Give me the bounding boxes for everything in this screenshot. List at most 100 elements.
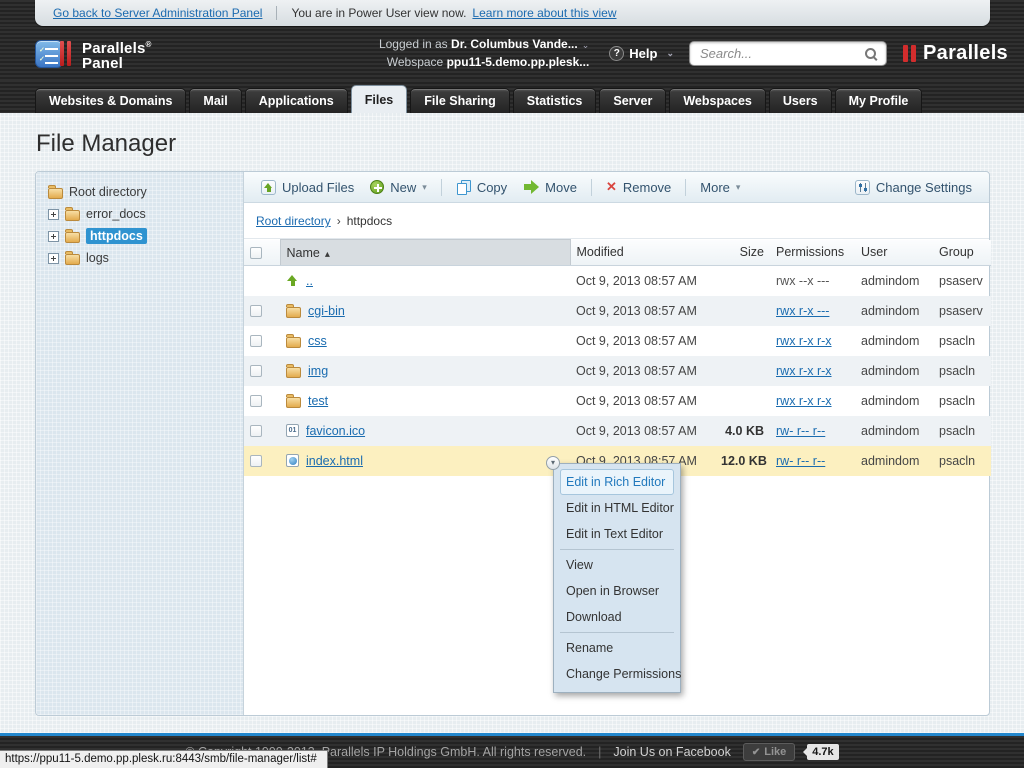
expand-plus-icon[interactable] bbox=[48, 231, 59, 242]
status-bar-url: https://ppu11-5.demo.pp.plesk.ru:8443/sm… bbox=[0, 750, 328, 768]
group-cell: psacln bbox=[933, 416, 991, 446]
tab-file-sharing[interactable]: File Sharing bbox=[410, 88, 510, 113]
tab-users[interactable]: Users bbox=[769, 88, 832, 113]
file-name-link[interactable]: cgi-bin bbox=[308, 304, 345, 318]
tab-files[interactable]: Files bbox=[351, 85, 408, 113]
menu-item-view[interactable]: View bbox=[560, 552, 674, 578]
tree-item-error-docs[interactable]: error_docs bbox=[48, 203, 235, 225]
more-button[interactable]: More ▾ bbox=[693, 176, 747, 199]
column-header-group[interactable]: Group bbox=[933, 240, 991, 266]
remove-button[interactable]: Remove bbox=[599, 175, 678, 199]
size-cell: 12.0 KB bbox=[715, 446, 770, 476]
column-header-name[interactable]: Name bbox=[280, 240, 570, 266]
tree-item-root-directory[interactable]: Root directory bbox=[48, 181, 235, 203]
file-name-link[interactable]: .. bbox=[306, 274, 313, 288]
change-settings-button[interactable]: Change Settings bbox=[848, 176, 979, 199]
table-row-img: imgOct 9, 2013 08:57 AMrwx r-x r-xadmind… bbox=[244, 356, 991, 386]
menu-item-open-in-browser[interactable]: Open in Browser bbox=[560, 578, 674, 604]
breadcrumb-root-link[interactable]: Root directory bbox=[256, 214, 331, 228]
menu-item-edit-in-text-editor[interactable]: Edit in Text Editor bbox=[560, 521, 674, 547]
tab-websites-domains[interactable]: Websites & Domains bbox=[35, 88, 186, 113]
tab-applications[interactable]: Applications bbox=[245, 88, 348, 113]
permissions-cell: rw- r-- r-- bbox=[770, 416, 855, 446]
permissions-link[interactable]: rw- r-- r-- bbox=[776, 454, 825, 468]
learn-more-link[interactable]: Learn more about this view bbox=[472, 6, 616, 20]
row-actions-toggle[interactable] bbox=[546, 456, 560, 470]
row-checkbox[interactable] bbox=[250, 365, 262, 377]
row-checkbox[interactable] bbox=[250, 305, 262, 317]
move-arrow-icon bbox=[523, 180, 539, 194]
logged-in-user[interactable]: Logged in as Dr. Columbus Vande...⌄ bbox=[379, 36, 589, 54]
file-name-link[interactable]: favicon.ico bbox=[306, 424, 365, 438]
group-cell: psacln bbox=[933, 326, 991, 356]
permissions-cell: rwx r-x r-x bbox=[770, 326, 855, 356]
app-header: Parallels® Panel Logged in as Dr. Columb… bbox=[0, 27, 1024, 80]
permissions-link[interactable]: rwx r-x r-x bbox=[776, 334, 832, 348]
context-menu: Edit in Rich EditorEdit in HTML EditorEd… bbox=[553, 463, 681, 693]
breadcrumb-current: httpdocs bbox=[347, 214, 392, 228]
tree-item-label: logs bbox=[86, 251, 109, 265]
select-all-checkbox[interactable] bbox=[250, 247, 262, 259]
modified-cell: Oct 9, 2013 08:57 AM bbox=[570, 296, 715, 326]
tab-server[interactable]: Server bbox=[599, 88, 666, 113]
page-content: File Manager Root directory error_docsht… bbox=[0, 113, 1024, 733]
image-file-icon bbox=[286, 424, 299, 437]
table-row-cgi-bin: cgi-bin Oct 9, 2013 08:57 AM rwx r-x --- ad… bbox=[244, 296, 991, 326]
row-checkbox[interactable] bbox=[250, 335, 262, 347]
search-input[interactable] bbox=[698, 45, 864, 62]
directory-tree: Root directory error_docs httpdocs logs bbox=[36, 172, 244, 715]
parallels-panel-logo[interactable]: Parallels® Panel bbox=[35, 37, 152, 71]
facebook-like-button[interactable]: ✔ Like bbox=[743, 743, 795, 761]
new-button[interactable]: New ▾ bbox=[363, 176, 434, 199]
move-button[interactable]: Move bbox=[516, 176, 584, 199]
expand-plus-icon[interactable] bbox=[48, 253, 59, 264]
folder-icon bbox=[286, 307, 301, 318]
user-cell: admindom bbox=[855, 266, 933, 296]
permissions-link[interactable]: rwx r-x r-x bbox=[776, 364, 832, 378]
facebook-link[interactable]: Join Us on Facebook bbox=[613, 745, 730, 759]
breadcrumb-separator: › bbox=[337, 214, 341, 228]
column-header-user[interactable]: User bbox=[855, 240, 933, 266]
row-checkbox[interactable] bbox=[250, 455, 262, 467]
user-cell: admindom bbox=[855, 386, 933, 416]
tree-item-label: httpdocs bbox=[86, 228, 147, 244]
permissions-link[interactable]: rwx r-x r-x bbox=[776, 394, 832, 408]
size-cell bbox=[715, 326, 770, 356]
file-name-link[interactable]: test bbox=[308, 394, 328, 408]
menu-item-edit-in-html-editor[interactable]: Edit in HTML Editor bbox=[560, 495, 674, 521]
tab-my-profile[interactable]: My Profile bbox=[835, 88, 923, 113]
parallels-bars-icon bbox=[903, 45, 916, 62]
file-name-link[interactable]: index.html bbox=[306, 454, 363, 468]
tab-mail[interactable]: Mail bbox=[189, 88, 241, 113]
copy-button[interactable]: Copy bbox=[449, 176, 514, 199]
search-icon[interactable] bbox=[864, 47, 878, 61]
menu-item-change-permissions[interactable]: Change Permissions bbox=[560, 661, 674, 687]
back-to-admin-panel-link[interactable]: Go back to Server Administration Panel bbox=[53, 6, 262, 20]
file-table-body: ..Oct 9, 2013 08:57 AMrwx --x ---admindo… bbox=[244, 266, 991, 476]
menu-group: ViewOpen in BrowserDownload bbox=[560, 549, 674, 632]
user-cell: admindom bbox=[855, 296, 933, 326]
divider bbox=[591, 179, 592, 196]
permissions-link[interactable]: rwx r-x --- bbox=[776, 304, 829, 318]
toolbar: Upload Files New ▾ Copy Move bbox=[244, 172, 989, 203]
file-name-link[interactable]: css bbox=[308, 334, 327, 348]
menu-item-download[interactable]: Download bbox=[560, 604, 674, 630]
table-row-css: cssOct 9, 2013 08:57 AMrwx r-x r-xadmind… bbox=[244, 326, 991, 356]
row-checkbox[interactable] bbox=[250, 425, 262, 437]
upload-files-button[interactable]: Upload Files bbox=[254, 176, 361, 199]
column-header-size[interactable]: Size bbox=[715, 240, 770, 266]
expand-plus-icon[interactable] bbox=[48, 209, 59, 220]
tree-item-logs[interactable]: logs bbox=[48, 247, 235, 269]
row-checkbox[interactable] bbox=[250, 395, 262, 407]
menu-item-edit-in-rich-editor[interactable]: Edit in Rich Editor bbox=[560, 469, 674, 495]
help-menu[interactable]: Help ⌄ bbox=[609, 46, 674, 61]
tree-item-httpdocs[interactable]: httpdocs bbox=[48, 225, 235, 247]
menu-item-rename[interactable]: Rename bbox=[560, 635, 674, 661]
permissions-link[interactable]: rw- r-- r-- bbox=[776, 424, 825, 438]
tab-statistics[interactable]: Statistics bbox=[513, 88, 597, 113]
file-name-link[interactable]: img bbox=[308, 364, 328, 378]
size-cell bbox=[715, 386, 770, 416]
column-header-permissions[interactable]: Permissions bbox=[770, 240, 855, 266]
column-header-modified[interactable]: Modified bbox=[570, 240, 715, 266]
tab-webspaces[interactable]: Webspaces bbox=[669, 88, 766, 113]
